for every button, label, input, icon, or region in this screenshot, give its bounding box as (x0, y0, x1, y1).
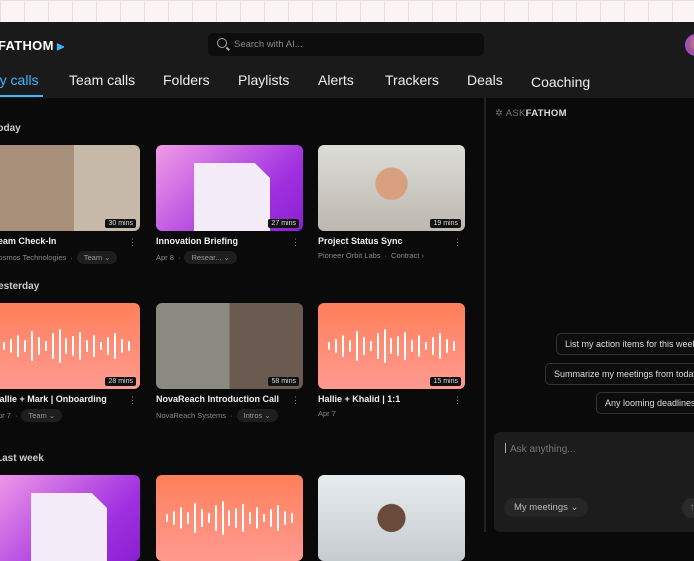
duration-badge: 30 mins (105, 219, 136, 228)
waveform-icon (166, 501, 293, 535)
logo-mark-icon: ⫸ (56, 38, 65, 53)
logo[interactable]: FATHOM ⫸ (0, 38, 64, 54)
call-card[interactable] (0, 475, 140, 561)
call-card[interactable]: 30 mins Team Check-In⋮ Cosmos Technologi… (0, 145, 140, 264)
tab-team-calls[interactable]: Team calls (69, 72, 135, 88)
tag-dropdown[interactable]: Team ⌄ (76, 251, 118, 264)
call-title[interactable]: NovaReach Introduction Call (156, 394, 303, 404)
call-card[interactable]: 27 mins Innovation Briefing ⋮ Apr 8 · Resea… (156, 145, 303, 264)
call-title[interactable]: Project Status Sync (318, 236, 465, 246)
tag-dropdown[interactable]: Resear... ⌄ (184, 251, 237, 264)
duration-badge: 58 mins (268, 377, 299, 386)
more-icon[interactable]: ⋮ (453, 237, 462, 248)
duration-badge: 27 mins (268, 219, 299, 228)
call-title[interactable]: Team Check-In (0, 236, 140, 246)
active-tab-indicator (0, 95, 43, 97)
app-header: FATHOM⫸ Search with AI... My calls Team … (0, 22, 694, 98)
call-org: Cosmos Technologies (0, 253, 67, 262)
duration-badge: 19 mins (430, 219, 461, 228)
more-icon[interactable]: ⋮ (291, 395, 300, 406)
thumbnail[interactable]: 27 mins (156, 145, 303, 231)
call-title[interactable]: Hallie + Mark | Onboarding (0, 394, 140, 404)
suggestion-chip[interactable]: Summarize my meetings from today (545, 363, 694, 385)
avatar[interactable] (685, 34, 694, 56)
sparkle-icon: ✲ (495, 108, 504, 119)
tab-trackers[interactable]: Trackers (385, 72, 439, 88)
tag-dropdown[interactable]: Intros ⌄ (236, 409, 278, 422)
call-card[interactable] (318, 475, 465, 561)
call-date: Apr 7 (318, 409, 336, 418)
more-icon[interactable]: ⋮ (291, 237, 300, 248)
thumbnail[interactable] (156, 475, 303, 561)
document-icon (194, 163, 270, 231)
browser-background (0, 0, 694, 22)
call-card[interactable] (156, 475, 303, 561)
section-last-week: Last week (0, 453, 44, 464)
waveform-icon (328, 329, 455, 363)
tag-dropdown[interactable]: Team ⌄ (21, 409, 63, 422)
waveform-icon (3, 329, 130, 363)
call-title[interactable]: Innovation Briefing (156, 236, 303, 246)
call-org: Pioneer Orbit Labs (318, 251, 381, 260)
search-input[interactable]: Search with AI... (208, 33, 484, 56)
section-today: Today (0, 123, 21, 134)
thumbnail[interactable] (318, 475, 465, 561)
duration-badge: 15 mins (430, 377, 461, 386)
suggestion-chip[interactable]: Any looming deadlines? (596, 392, 694, 414)
thumbnail[interactable] (0, 475, 140, 561)
thumbnail[interactable]: 58 mins (156, 303, 303, 389)
tab-alerts[interactable]: Alerts (318, 72, 354, 88)
suggestion-chip[interactable]: List my action items for this week (556, 333, 694, 355)
search-icon (217, 38, 227, 48)
send-icon[interactable]: ↑ (682, 498, 694, 518)
tab-coaching[interactable]: Coaching (531, 74, 590, 90)
section-yesterday: Yesterday (0, 281, 40, 292)
call-card[interactable]: 28 mins Hallie + Mark | Onboarding⋮ Apr … (0, 303, 140, 422)
tab-my-calls[interactable]: My calls (0, 72, 39, 88)
call-org: NovaReach Systems (156, 411, 227, 420)
ask-composer[interactable]: Ask anything... My meetings ⌄ ↑ (494, 432, 694, 532)
tab-playlists[interactable]: Playlists (238, 72, 289, 88)
tag-dropdown[interactable]: Contract › (391, 251, 424, 260)
call-card[interactable]: 58 mins NovaReach Introduction Call ⋮ Nov… (156, 303, 303, 422)
duration-badge: 28 mins (105, 377, 136, 386)
thumbnail[interactable]: 19 mins (318, 145, 465, 231)
scope-dropdown[interactable]: My meetings ⌄ (504, 498, 589, 517)
document-icon (31, 493, 107, 561)
call-title[interactable]: Hallie + Khalid | 1:1 (318, 394, 465, 404)
thumbnail[interactable]: 30 mins (0, 145, 140, 231)
more-icon[interactable]: ⋮ (453, 395, 462, 406)
panel-divider[interactable] (484, 98, 486, 532)
call-date: Apr 8 (156, 253, 174, 262)
more-icon[interactable]: ⋮ (128, 237, 137, 248)
thumbnail[interactable]: 28 mins (0, 303, 140, 389)
tab-deals[interactable]: Deals (467, 72, 503, 88)
call-card[interactable]: 15 mins Hallie + Khalid | 1:1 ⋮ Apr 7 (318, 303, 465, 418)
more-icon[interactable]: ⋮ (128, 395, 137, 406)
tab-folders[interactable]: Folders (163, 72, 210, 88)
thumbnail[interactable]: 15 mins (318, 303, 465, 389)
ask-fathom-header: ✲ ASKFATHOM (495, 108, 567, 119)
call-card[interactable]: 19 mins Project Status Sync ⋮ Pioneer Orb… (318, 145, 465, 260)
ask-input[interactable]: Ask anything... (505, 443, 576, 455)
call-date: Apr 7 (0, 411, 11, 420)
